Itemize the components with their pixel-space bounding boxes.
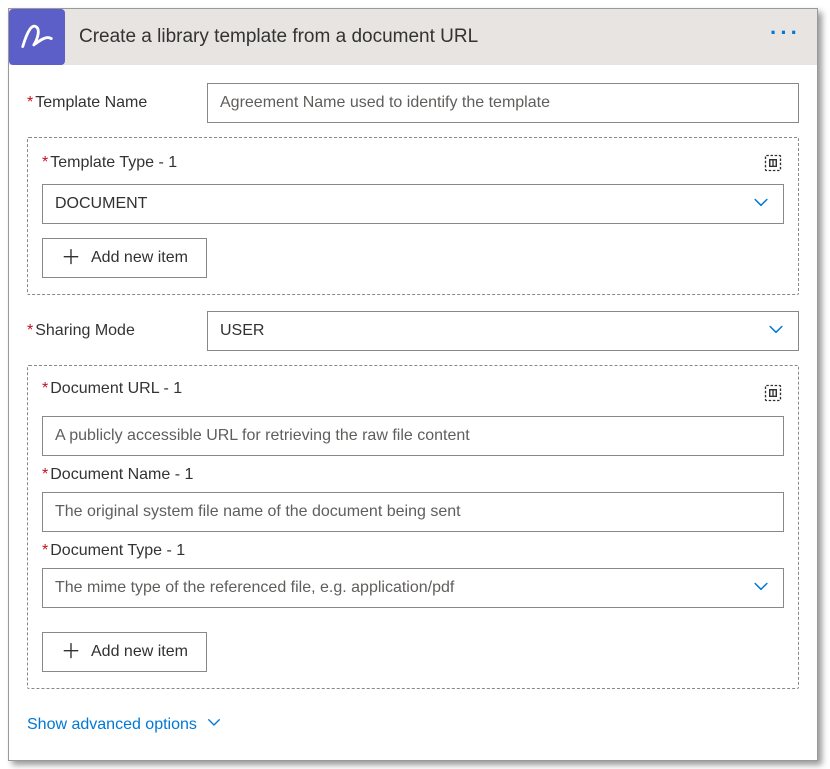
dynamic-content-icon[interactable]	[762, 382, 784, 404]
chevron-down-icon	[766, 319, 786, 344]
template-name-row: *Template Name	[27, 83, 799, 123]
card-header: Create a library template from a documen…	[9, 9, 817, 65]
document-type-select[interactable]: The mime type of the referenced file, e.…	[42, 568, 784, 608]
document-url-input[interactable]	[42, 416, 784, 456]
action-card: Create a library template from a documen…	[8, 8, 818, 761]
more-menu-icon[interactable]: ···	[770, 20, 801, 54]
template-name-label: *Template Name	[27, 94, 207, 112]
chevron-down-icon	[205, 713, 223, 736]
adobe-sign-icon	[9, 9, 65, 65]
document-url-label: *Document URL - 1	[42, 380, 182, 398]
document-type-label: *Document Type - 1	[42, 542, 784, 560]
required-asterisk: *	[27, 322, 33, 339]
sharing-mode-label: *Sharing Mode	[27, 322, 207, 340]
template-name-input[interactable]	[207, 83, 799, 123]
required-asterisk: *	[42, 542, 48, 559]
document-group: *Document URL - 1 *Document	[27, 365, 799, 689]
required-asterisk: *	[42, 466, 48, 483]
template-type-label: *Template Type - 1	[42, 154, 177, 172]
card-body: *Template Name *Template Type - 1	[9, 65, 817, 760]
required-asterisk: *	[42, 154, 48, 171]
show-advanced-options-link[interactable]: Show advanced options	[27, 713, 223, 736]
template-type-group: *Template Type - 1 DOCUMENT	[27, 137, 799, 295]
chevron-down-icon	[751, 576, 771, 601]
required-asterisk: *	[27, 94, 33, 111]
card-title: Create a library template from a documen…	[79, 26, 770, 48]
add-template-type-button[interactable]: ＋ Add new item	[42, 238, 207, 278]
document-name-input[interactable]	[42, 492, 784, 532]
sharing-mode-select[interactable]: USER	[207, 311, 799, 351]
required-asterisk: *	[42, 380, 48, 397]
add-document-button[interactable]: ＋ Add new item	[42, 632, 207, 672]
plus-icon: ＋	[61, 642, 81, 662]
chevron-down-icon	[751, 192, 771, 217]
sharing-mode-row: *Sharing Mode USER	[27, 311, 799, 351]
plus-icon: ＋	[61, 248, 81, 268]
document-name-label: *Document Name - 1	[42, 466, 784, 484]
template-type-select[interactable]: DOCUMENT	[42, 184, 784, 224]
dynamic-content-icon[interactable]	[762, 152, 784, 174]
